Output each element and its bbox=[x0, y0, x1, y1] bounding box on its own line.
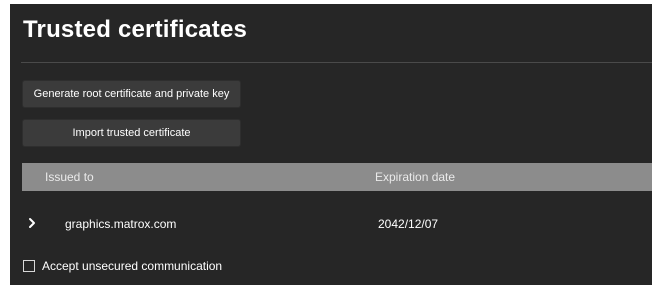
accept-unsecured-checkbox[interactable] bbox=[23, 260, 35, 272]
trusted-certificates-panel: Trusted certificates Generate root certi… bbox=[10, 4, 652, 285]
table-row[interactable]: graphics.matrox.com 2042/12/07 bbox=[22, 209, 652, 239]
accept-unsecured-label[interactable]: Accept unsecured communication bbox=[42, 259, 222, 273]
chevron-right-icon[interactable] bbox=[25, 215, 39, 231]
cell-issued-to: graphics.matrox.com bbox=[65, 217, 177, 231]
cell-expiration-date: 2042/12/07 bbox=[378, 217, 439, 231]
page-title: Trusted certificates bbox=[23, 16, 248, 43]
accept-unsecured-option: Accept unsecured communication bbox=[23, 258, 222, 274]
column-header-expiration-date[interactable]: Expiration date bbox=[375, 163, 455, 191]
certificates-table-header: Issued to Expiration date bbox=[22, 163, 652, 191]
import-trusted-certificate-button[interactable]: Import trusted certificate bbox=[22, 119, 241, 147]
title-divider bbox=[21, 62, 652, 63]
generate-root-certificate-button[interactable]: Generate root certificate and private ke… bbox=[22, 80, 241, 108]
column-header-issued-to[interactable]: Issued to bbox=[45, 163, 94, 191]
